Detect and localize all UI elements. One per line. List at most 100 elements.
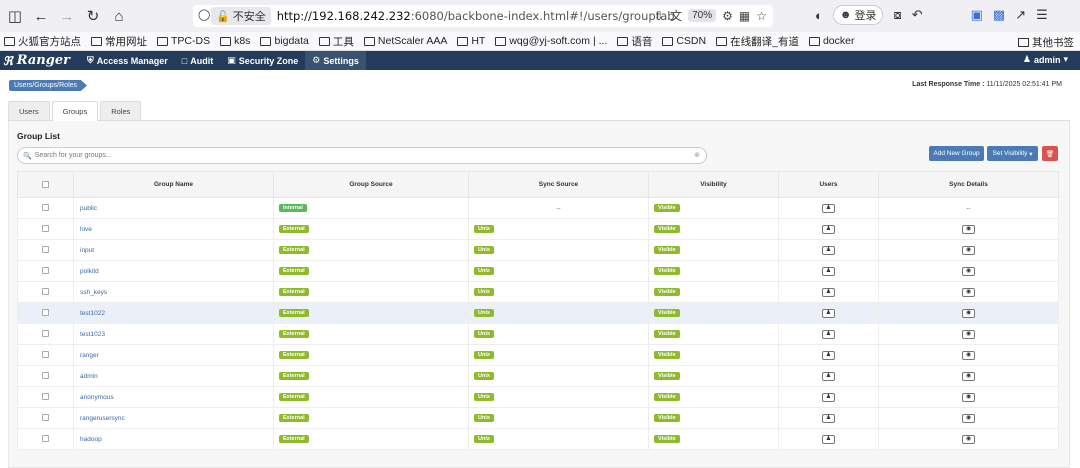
group-name-link[interactable]: ranger [73,344,274,366]
clear-icon[interactable]: ⊗ [694,151,700,159]
screenshot-icon[interactable]: ▣ [971,7,983,23]
address-bar[interactable]: ◯ 🔓 不安全 http://192.168.242.232:6080/backb… [193,5,773,27]
group-name-link[interactable]: test1022 [73,302,274,324]
group-name-link[interactable]: input [73,239,274,261]
crop-icon[interactable]: ⧇ [893,7,901,23]
user-menu[interactable]: ♟ admin ▾ [1023,54,1068,65]
group-name-link[interactable]: test1023 [73,323,274,345]
bookmark-item[interactable]: bigdata [260,35,309,47]
users-group-icon[interactable]: ♟ [822,350,835,360]
row-checkbox[interactable] [42,246,49,254]
sync-details-eye-icon[interactable]: ◉ [962,266,975,276]
set-visibility-button[interactable]: Set Visibility ▾ [987,146,1038,161]
home-icon[interactable]: ⌂ [108,5,130,27]
download-icon[interactable]: ⇩ [654,9,664,23]
sync-details-eye-icon[interactable]: ◉ [962,224,975,234]
tab-roles[interactable]: Roles [100,101,142,120]
undo-icon[interactable]: ↶ [912,7,923,23]
translate-icon[interactable]: 文 [670,7,682,24]
bookmark-item[interactable]: 在线翻译_有道 [716,34,799,49]
url-text[interactable]: http://192.168.242.232:6080/backbone-ind… [277,9,675,23]
row-checkbox[interactable] [42,267,49,275]
share-icon[interactable]: ↗ [1015,7,1026,23]
back-icon[interactable]: ← [30,5,52,27]
bookmark-item[interactable]: 火狐官方站点 [4,34,81,49]
sync-details-eye-icon[interactable]: ◉ [962,350,975,360]
sync-details-eye-icon[interactable]: ◉ [962,329,975,339]
group-name-link[interactable]: hive [73,218,274,240]
row-checkbox[interactable] [42,372,49,380]
delete-button[interactable]: 🗑 [1042,146,1058,161]
menu-audit[interactable]: □ Audit [175,51,220,70]
bookmark-item[interactable]: NetScaler AAA [363,35,447,47]
bookmark-item[interactable]: HT [457,35,485,47]
security-indicator[interactable]: 🔓 不安全 [211,7,271,25]
users-group-icon[interactable]: ♟ [822,329,835,339]
row-checkbox[interactable] [42,393,49,401]
translate-ext-icon[interactable]: ▩ [993,7,1005,23]
row-checkbox[interactable] [42,435,49,443]
vpn-icon[interactable]: ◐ [815,8,823,23]
breadcrumb[interactable]: Users/Groups/Roles [9,80,88,91]
menu-settings[interactable]: ⚙ Settings [305,51,366,70]
forward-icon[interactable]: → [56,5,78,27]
group-name-link[interactable]: hadoop [73,428,274,450]
bookmark-item[interactable]: wqg@yj-soft.com | ... [495,35,607,47]
row-checkbox[interactable] [42,351,49,359]
row-checkbox[interactable] [42,225,49,233]
row-checkbox[interactable] [42,309,49,317]
shield-icon[interactable]: ◯ [198,8,210,21]
menu-access-manager[interactable]: ⛨ Access Manager [80,51,175,70]
group-name-link[interactable]: anonymous [73,386,274,408]
add-new-group-button[interactable]: Add New Group [929,146,984,161]
group-name-link[interactable]: rangerusersync [73,407,274,429]
col-group-name[interactable]: Group Name [73,171,274,198]
group-name-link[interactable]: public [73,197,274,219]
sync-details-eye-icon[interactable]: ◉ [962,413,975,423]
sidebar-toggle-icon[interactable]: ◫ [4,5,26,27]
users-group-icon[interactable]: ♟ [822,392,835,402]
menu-security-zone[interactable]: ▣ Security Zone [220,51,305,70]
row-checkbox[interactable] [42,204,49,212]
reload-icon[interactable]: ↻ [82,5,104,27]
users-group-icon[interactable]: ♟ [822,413,835,423]
login-button[interactable]: ☻ 登录 [832,5,884,25]
extension-icon[interactable]: ⚙ [722,9,733,23]
users-group-icon[interactable]: ♟ [822,245,835,255]
bookmark-item[interactable]: CSDN [662,35,706,47]
bookmark-other[interactable]: 其他书签 [1018,35,1074,50]
sync-details-eye-icon[interactable]: ◉ [962,434,975,444]
menu-icon[interactable]: ☰ [1036,7,1048,23]
bookmark-item[interactable]: k8s [220,35,250,47]
bookmark-star-icon[interactable]: ☆ [756,9,767,23]
row-checkbox[interactable] [42,330,49,338]
sync-details-eye-icon[interactable]: ◉ [962,392,975,402]
users-group-icon[interactable]: ♟ [822,308,835,318]
group-name-link[interactable]: polkitd [73,260,274,282]
sync-details-eye-icon[interactable]: ◉ [962,371,975,381]
users-group-icon[interactable]: ♟ [822,287,835,297]
users-group-icon[interactable]: ♟ [822,434,835,444]
search-input[interactable]: 🔍 Search for your groups... ⊗ [17,147,707,164]
group-name-link[interactable]: ssh_keys [73,281,274,303]
row-checkbox[interactable] [42,288,49,296]
zoom-level[interactable]: 70% [688,9,717,22]
users-group-icon[interactable]: ♟ [822,203,835,213]
tab-groups[interactable]: Groups [51,101,99,121]
sync-details-eye-icon[interactable]: ◉ [962,308,975,318]
tab-users[interactable]: Users [8,101,50,120]
bookmark-item[interactable]: docker [808,35,854,47]
bookmark-item[interactable]: 常用网址 [91,34,147,49]
group-name-link[interactable]: admin [73,365,274,387]
sync-details-eye-icon[interactable]: ◉ [962,287,975,297]
select-all-checkbox[interactable] [42,180,49,188]
row-checkbox[interactable] [42,414,49,422]
users-group-icon[interactable]: ♟ [822,266,835,276]
ranger-brand[interactable]: ℜ Ranger [3,53,70,68]
users-group-icon[interactable]: ♟ [822,371,835,381]
qr-icon[interactable]: ▦ [739,9,750,23]
bookmark-item[interactable]: 语音 [617,34,652,49]
bookmark-item[interactable]: 工具 [318,34,354,49]
bookmark-item[interactable]: TPC-DS [157,35,210,47]
users-group-icon[interactable]: ♟ [822,224,835,234]
